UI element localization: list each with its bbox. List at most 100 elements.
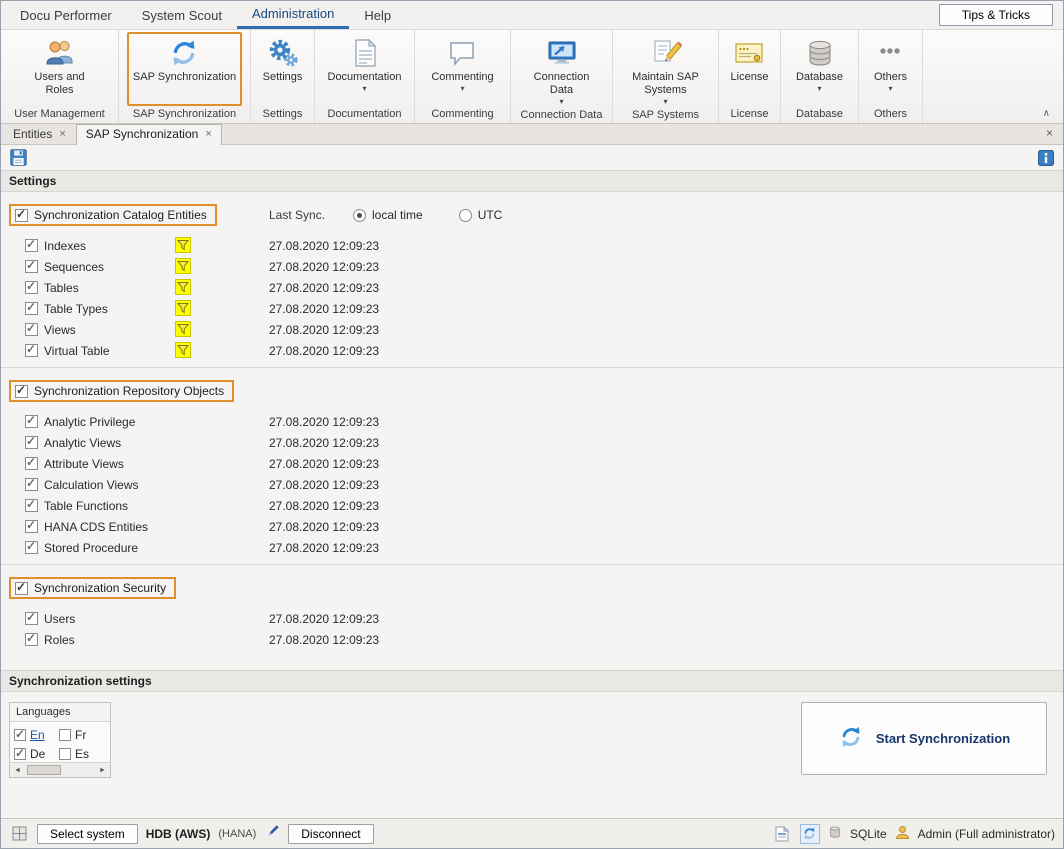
security-item-row: Users 27.08.2020 12:09:23 <box>1 608 1063 629</box>
filter-icon[interactable] <box>175 258 191 274</box>
item-label[interactable]: Tables <box>44 281 79 295</box>
ellipsis-icon <box>874 37 906 69</box>
local-time-label[interactable]: local time <box>372 208 423 222</box>
lang-label[interactable]: De <box>30 747 45 761</box>
item-label[interactable]: Stored Procedure <box>44 541 138 555</box>
item-label[interactable]: Views <box>44 323 76 337</box>
indexes-checkbox[interactable] <box>25 239 38 252</box>
disconnect-button[interactable]: Disconnect <box>288 824 373 844</box>
scrollbar-track[interactable] <box>25 763 95 777</box>
documentation-button[interactable]: Documentation ▾ <box>322 32 408 106</box>
info-button[interactable] <box>1036 148 1055 167</box>
tables-checkbox[interactable] <box>25 281 38 294</box>
item-label[interactable]: Table Functions <box>44 499 128 513</box>
utc-radio[interactable]: UTC <box>459 208 503 222</box>
roles-checkbox[interactable] <box>25 633 38 646</box>
item-timestamp: 27.08.2020 12:09:23 <box>269 629 379 650</box>
repository-objects-checkbox[interactable] <box>15 385 28 398</box>
lang-fr-checkbox[interactable] <box>59 729 71 741</box>
catalog-entities-label[interactable]: Synchronization Catalog Entities <box>34 208 207 222</box>
maintain-sap-systems-button[interactable]: Maintain SAP Systems ▾ <box>622 32 710 107</box>
menu-help[interactable]: Help <box>349 1 406 29</box>
item-label[interactable]: Calculation Views <box>44 478 139 492</box>
ribbon-group-others: Others ▾ Others <box>859 30 923 123</box>
systems-grid-icon[interactable] <box>9 824 29 844</box>
lang-en-checkbox[interactable] <box>14 729 26 741</box>
catalog-item-row: Table Types 27.08.2020 12:09:23 <box>1 298 1063 319</box>
close-tab-icon[interactable]: × <box>205 129 211 139</box>
security-checkbox[interactable] <box>15 582 28 595</box>
calculation-views-checkbox[interactable] <box>25 478 38 491</box>
item-label[interactable]: Virtual Table <box>44 344 110 358</box>
database-button[interactable]: Database ▾ <box>790 32 849 106</box>
filter-icon[interactable] <box>175 300 191 316</box>
scrollbar-thumb[interactable] <box>27 765 61 775</box>
document-icon <box>349 37 381 69</box>
close-document-icon[interactable]: × <box>1046 126 1063 144</box>
analytic-views-checkbox[interactable] <box>25 436 38 449</box>
report-page-icon[interactable] <box>772 824 792 844</box>
info-icon <box>1038 150 1054 166</box>
lang-label[interactable]: Es <box>75 747 89 761</box>
item-timestamp: 27.08.2020 12:09:23 <box>269 411 379 432</box>
lang-label[interactable]: Fr <box>75 728 86 742</box>
item-label[interactable]: HANA CDS Entities <box>44 520 148 534</box>
menu-system-scout[interactable]: System Scout <box>127 1 237 29</box>
virtual-table-checkbox[interactable] <box>25 344 38 357</box>
menu-administration[interactable]: Administration <box>237 1 349 29</box>
filter-icon[interactable] <box>175 279 191 295</box>
repository-objects-label[interactable]: Synchronization Repository Objects <box>34 384 224 398</box>
local-time-radio[interactable]: local time <box>353 208 423 222</box>
utc-label[interactable]: UTC <box>478 208 503 222</box>
item-label[interactable]: Indexes <box>44 239 86 253</box>
select-system-button[interactable]: Select system <box>37 824 138 844</box>
analytic-privilege-checkbox[interactable] <box>25 415 38 428</box>
settings-page: Settings Synchronization Catalog Entitie… <box>1 170 1063 818</box>
item-label[interactable]: Sequences <box>44 260 104 274</box>
table-types-checkbox[interactable] <box>25 302 38 315</box>
others-button[interactable]: Others ▾ <box>868 32 913 106</box>
filter-icon[interactable] <box>175 237 191 253</box>
item-label[interactable]: Table Types <box>44 302 108 316</box>
start-synchronization-button[interactable]: Start Synchronization <box>801 702 1047 775</box>
hana-cds-entities-checkbox[interactable] <box>25 520 38 533</box>
item-label[interactable]: Attribute Views <box>44 457 124 471</box>
filter-icon[interactable] <box>175 342 191 358</box>
connection-data-button[interactable]: Connection Data ▾ <box>523 32 601 107</box>
item-label[interactable]: Analytic Privilege <box>44 415 135 429</box>
tab-sap-synchronization[interactable]: SAP Synchronization × <box>76 124 222 145</box>
item-label[interactable]: Users <box>44 612 75 626</box>
repository-item-row: Analytic Views 27.08.2020 12:09:23 <box>1 432 1063 453</box>
lang-de-checkbox[interactable] <box>14 748 26 760</box>
table-functions-checkbox[interactable] <box>25 499 38 512</box>
save-button[interactable] <box>9 148 28 167</box>
radio-dot[interactable] <box>353 209 366 222</box>
filter-icon[interactable] <box>175 321 191 337</box>
views-checkbox[interactable] <box>25 323 38 336</box>
attribute-views-checkbox[interactable] <box>25 457 38 470</box>
sequences-checkbox[interactable] <box>25 260 38 273</box>
collapse-ribbon-icon[interactable]: ∧ <box>1038 106 1055 121</box>
sync-status-icon[interactable] <box>800 824 820 844</box>
license-button[interactable]: License <box>725 32 775 106</box>
sap-synchronization-button[interactable]: SAP Synchronization <box>127 32 242 106</box>
lang-es-checkbox[interactable] <box>59 748 71 760</box>
security-label[interactable]: Synchronization Security <box>34 581 166 595</box>
lang-label[interactable]: En <box>30 728 45 742</box>
users-checkbox[interactable] <box>25 612 38 625</box>
stored-procedure-checkbox[interactable] <box>25 541 38 554</box>
tips-tricks-button[interactable]: Tips & Tricks <box>939 4 1053 26</box>
item-label[interactable]: Analytic Views <box>44 436 121 450</box>
application-window: Docu Performer System Scout Administrati… <box>0 0 1064 849</box>
settings-button[interactable]: Settings <box>257 32 309 106</box>
item-label[interactable]: Roles <box>44 633 75 647</box>
commenting-button[interactable]: Commenting ▾ <box>425 32 499 106</box>
close-tab-icon[interactable]: × <box>59 129 65 139</box>
users-and-roles-button[interactable]: Users and Roles <box>21 32 99 106</box>
radio-dot[interactable] <box>459 209 472 222</box>
scroll-right-icon[interactable]: ► <box>95 763 110 777</box>
menu-docu-performer[interactable]: Docu Performer <box>5 1 127 29</box>
scroll-left-icon[interactable]: ◄ <box>10 763 25 777</box>
catalog-entities-checkbox[interactable] <box>15 209 28 222</box>
tab-entities[interactable]: Entities × <box>3 124 76 144</box>
